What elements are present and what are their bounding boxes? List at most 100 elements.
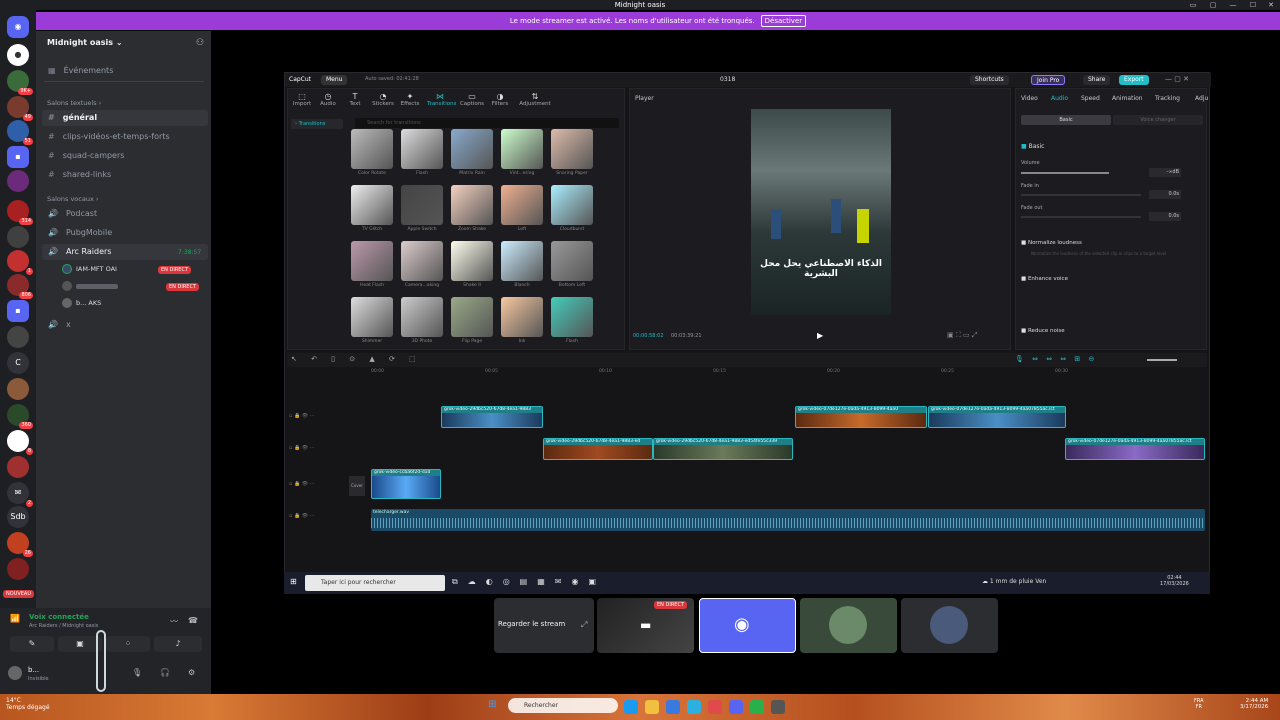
voice-channel-x[interactable]: 🔊 x	[48, 320, 71, 329]
remote-taskbar-apps[interactable]: ⧉☁◐◎▤▦✉◉▣	[452, 577, 606, 587]
fade-in-value[interactable]: 0.0s	[1149, 190, 1181, 199]
video-clip[interactable]: grok-video-ccba6f2d-d1d	[371, 469, 441, 499]
export-button[interactable]: Export	[1119, 75, 1149, 85]
window-controls[interactable]: — ▢ ✕	[1165, 75, 1189, 83]
search-input[interactable]: Search for transitions	[355, 118, 619, 128]
text-category[interactable]: Salons textuels ›	[47, 99, 101, 107]
transition-thumbnail[interactable]	[501, 185, 543, 225]
track-controls[interactable]: ▫ 🔒 👁 ⋯	[289, 413, 315, 419]
server-icon[interactable]: 51	[7, 120, 33, 145]
folder-icon[interactable]: ▪	[7, 300, 29, 322]
join-pro-button[interactable]: Join Pro	[1031, 75, 1066, 85]
enhance-voice-label[interactable]: ■ Enhance voice	[1021, 276, 1068, 282]
tab-adjust[interactable]: Adju	[1195, 95, 1208, 102]
transition-thumbnail[interactable]	[551, 297, 593, 337]
mail-icon[interactable]: ✉ 2	[7, 482, 33, 507]
transition-thumbnail[interactable]	[501, 297, 543, 337]
timeline-right-tools[interactable]: 🎙 ⇔ ⇔ ⇔ ⊞ ⊖	[1015, 355, 1094, 363]
server-icon[interactable]: 314	[7, 200, 33, 225]
avatar[interactable]	[62, 281, 72, 291]
transition-thumbnail[interactable]	[451, 185, 493, 225]
server-icon[interactable]	[7, 378, 29, 400]
user-tile[interactable]	[800, 598, 897, 653]
reduce-noise-label[interactable]: ■ Reduce noise	[1021, 328, 1065, 334]
fade-out-slider[interactable]	[1021, 216, 1141, 218]
server-icon[interactable]: ●	[7, 44, 29, 66]
tool-import[interactable]: ⬚ Import	[289, 92, 315, 107]
fade-out-value[interactable]: 0.0s	[1149, 212, 1181, 221]
transition-thumbnail[interactable]	[501, 129, 543, 169]
tool-filters[interactable]: ◑ Filters	[487, 92, 513, 107]
tab-speed[interactable]: Speed	[1081, 95, 1100, 102]
edge-icon[interactable]	[624, 700, 638, 714]
transition-thumbnail[interactable]	[401, 241, 443, 281]
shortcuts-button[interactable]: Shortcuts	[970, 75, 1009, 85]
events-item[interactable]: ▦ Événements	[48, 66, 113, 75]
user-tile[interactable]	[901, 598, 998, 653]
server-icon[interactable]: 26	[7, 532, 33, 557]
server-icon[interactable]	[7, 326, 29, 348]
transition-thumbnail[interactable]	[351, 241, 393, 281]
close-button[interactable]: ✕	[1264, 0, 1278, 10]
server-icon[interactable]: C	[7, 352, 29, 374]
avatar[interactable]	[62, 298, 72, 308]
menu-button[interactable]: Menu	[321, 75, 348, 85]
zoom-slider[interactable]	[1147, 359, 1177, 361]
checkbox-icon[interactable]: ■	[1021, 143, 1027, 150]
subtab-basic[interactable]: Basic	[1021, 115, 1111, 125]
server-icon[interactable]: 8	[7, 430, 33, 455]
settings-icon[interactable]	[771, 700, 785, 714]
discord-home-icon[interactable]: ◉	[7, 16, 29, 38]
windows-start-icon[interactable]: ⊞	[290, 577, 297, 586]
transition-thumbnail[interactable]	[451, 241, 493, 281]
popout-icon[interactable]: ⤢	[581, 620, 587, 630]
tool-stickers[interactable]: ◔ Stickers	[370, 92, 396, 107]
tool-captions[interactable]: ▭ Captions	[459, 92, 485, 107]
settings-gear-icon[interactable]: ⚙	[188, 668, 195, 677]
activity-button[interactable]: ⁘	[106, 636, 150, 652]
folder-icon[interactable]: ▪	[7, 146, 29, 168]
tool-effects[interactable]: ✦ Effects	[397, 92, 423, 107]
cover-button[interactable]: Cover	[349, 476, 365, 496]
server-icon[interactable]: 1	[7, 250, 33, 275]
video-clip[interactable]: grok-video-07de127e-0ada-4913-8099-4aa07…	[928, 406, 1066, 428]
track-controls[interactable]: ▫ 🔒 👁 ⋯	[289, 445, 315, 451]
remote-search-box[interactable]: Taper ici pour rechercher	[305, 575, 445, 591]
video-preview[interactable]: الذكاء الاصطناعي يحل محل البشرية	[751, 109, 891, 315]
transition-thumbnail[interactable]	[551, 129, 593, 169]
minimize-button[interactable]: ▭	[1186, 0, 1200, 10]
transition-thumbnail[interactable]	[501, 241, 543, 281]
track-controls[interactable]: ▫ 🔒 👁 ⋯	[289, 481, 315, 487]
voice-channel-pubg[interactable]: 🔊 PubgMobile	[48, 228, 112, 237]
channel-general[interactable]: # général	[48, 113, 97, 122]
server-icon[interactable]	[7, 558, 29, 580]
server-icon[interactable]	[7, 226, 29, 248]
voice-channel-arc-raiders[interactable]: 🔊 Arc Raiders	[48, 247, 111, 256]
player-controls[interactable]: ▣ ⛶ ▭ ⤢	[947, 331, 977, 340]
channel-squad[interactable]: # squad-campers	[48, 151, 124, 160]
server-icon[interactable]: 49	[7, 96, 33, 121]
transition-thumbnail[interactable]	[351, 129, 393, 169]
server-icon[interactable]: Sdb	[7, 506, 29, 528]
video-clip[interactable]: grok-video-07de127e-0ada-4913-8099-4aa0	[795, 406, 927, 428]
noise-icon[interactable]: 〰	[170, 616, 178, 627]
member-name[interactable]: IAM-MFT OAI	[76, 265, 117, 273]
play-button[interactable]: ▶	[817, 331, 823, 340]
transition-thumbnail[interactable]	[401, 129, 443, 169]
tool-adjustment[interactable]: ⇅ Adjustment	[517, 92, 553, 107]
mic-icon[interactable]: 🎙	[132, 668, 142, 677]
app-icon[interactable]	[666, 700, 680, 714]
voice-category[interactable]: Salons vocaux ›	[47, 195, 98, 203]
language-indicator[interactable]: FRA FR	[1194, 698, 1204, 710]
subtab-voice-changer[interactable]: Voice changer	[1113, 115, 1203, 125]
window-restore-button[interactable]: ☐	[1246, 0, 1260, 10]
soundboard-button[interactable]: ♪	[154, 636, 202, 652]
tab-video[interactable]: Video	[1021, 95, 1038, 102]
tab-animation[interactable]: Animation	[1112, 95, 1143, 102]
video-clip[interactable]: grok-video-29dbc520-67d8-4ea1-9883-ed	[543, 438, 653, 460]
brave-icon[interactable]	[708, 700, 722, 714]
video-clip[interactable]: grok-video-29dbc520-67d8-4ea1-9883	[441, 406, 543, 428]
weather-widget[interactable]: 14°C Temps dégagé	[6, 697, 50, 711]
transition-thumbnail[interactable]	[401, 297, 443, 337]
audio-clip[interactable]: telecharger.wav	[371, 509, 1205, 531]
